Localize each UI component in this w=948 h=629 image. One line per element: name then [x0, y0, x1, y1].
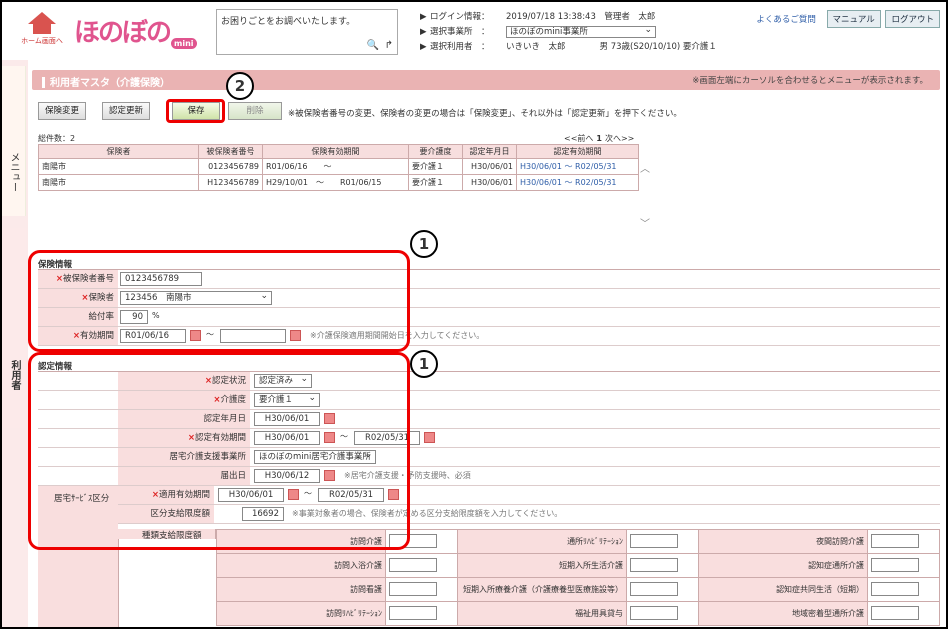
app-logo: ほのぼの mini — [74, 12, 197, 49]
help-search-box[interactable]: お困りごとをお調べいたします。 🔍 ↱ — [216, 9, 398, 55]
renew-cert-button[interactable]: 認定更新 — [102, 102, 151, 120]
change-insurance-button[interactable]: 保険変更 — [38, 102, 87, 120]
limit-input[interactable] — [871, 557, 920, 572]
limit-input[interactable] — [630, 581, 679, 596]
limit-input[interactable] — [389, 605, 438, 620]
current-page: 1 — [596, 134, 602, 143]
home-icon — [28, 12, 56, 24]
manual-button[interactable]: マニュアル — [826, 10, 881, 28]
session-info: ▶ ログイン情報： 2019/07/18 13:38:43 管理者 太郎 ▶ 選択事業… — [420, 10, 717, 55]
menu-tab[interactable]: メニュー — [2, 66, 26, 216]
highlight-save — [166, 99, 225, 123]
limit-input[interactable] — [630, 605, 679, 620]
limit-input[interactable] — [630, 533, 679, 548]
help-search-text: お困りごとをお調べいたします。 — [221, 17, 356, 27]
go-arrow-icon[interactable]: ↱ — [385, 40, 393, 51]
window: ホーム画面へ ほのぼの mini お困りごとをお調べいたします。 🔍 ↱ ▶ ログイ… — [0, 0, 948, 629]
table-row: 訪問看護 短期入所療養介護（介護療養型医療施設等） 認知症共同生活（短期） — [215, 577, 940, 602]
table-header: 保険者 被保険者番号 保険有効期間 要介護度 認定年月日 認定有効期間 — [38, 144, 639, 159]
delete-button[interactable]: 削除 — [228, 102, 282, 120]
prev-link[interactable]: <<前へ — [564, 134, 593, 143]
limit-input[interactable] — [871, 605, 920, 620]
table-row: 訪問ﾘﾊﾋﾞﾘﾃｰｼｮﾝ 福祉用具貸与 地域密着型通所介護 — [215, 601, 940, 626]
table-row: 訪問入浴介護 短期入所生活介護 認知症通所介護 — [215, 553, 940, 578]
limit-input[interactable] — [630, 557, 679, 572]
bullet-arrow-icon: ▶ — [420, 12, 427, 22]
limit-input[interactable] — [389, 581, 438, 596]
home-button[interactable]: ホーム画面へ — [18, 10, 66, 52]
header: ホーム画面へ ほのぼの mini お困りごとをお調べいたします。 🔍 ↱ ▶ ログイ… — [2, 2, 946, 60]
table-row[interactable]: 南陽市 H123456789 H29/10/01 ～ R01/06/15 要介護… — [38, 174, 639, 191]
user-tab[interactable]: 利用者 — [2, 228, 26, 428]
highlight-cert — [28, 352, 410, 550]
callout-badge-1: 1 — [410, 350, 438, 378]
office-select[interactable]: ほのぼのmini事業所 — [506, 25, 656, 38]
next-link[interactable]: 次へ>> — [605, 134, 634, 143]
page-title: 利用者マスタ（介護保険） — [42, 74, 170, 89]
list-scrollbar[interactable]: ︿ ﹀ — [638, 160, 652, 240]
callout-badge-2: 2 — [226, 72, 254, 100]
limit-input[interactable] — [871, 533, 920, 548]
highlight-insurance — [28, 250, 410, 352]
calendar-icon[interactable] — [424, 432, 435, 443]
top-links: よくあるご質問 マニュアル ログアウト — [756, 10, 940, 28]
table-row[interactable]: 南陽市 0123456789 R01/06/16 ～ 要介護１ H30/06/0… — [38, 158, 639, 175]
page-title-bar: 利用者マスタ（介護保険） ※画面左端にカーソルを合わせるとメニューが表示されます… — [32, 70, 940, 90]
menu-hint: ※画面左端にカーソルを合わせるとメニューが表示されます。 — [692, 76, 928, 86]
scroll-up-icon[interactable]: ︿ — [638, 160, 652, 175]
logout-button[interactable]: ログアウト — [885, 10, 940, 28]
callout-badge-1: 1 — [410, 230, 438, 258]
limit-input[interactable] — [871, 581, 920, 596]
limit-input[interactable] — [389, 557, 438, 572]
search-icon[interactable]: 🔍 — [367, 40, 379, 51]
bullet-arrow-icon: ▶ — [420, 42, 427, 52]
total-count: 総件数：2 — [38, 134, 76, 143]
pager: <<前へ 1 次へ>> — [564, 133, 634, 144]
history-table: 保険者 被保険者番号 保険有効期間 要介護度 認定年月日 認定有効期間 南陽市 … — [38, 144, 639, 191]
action-message: ※被保険者番号の変更、保険者の変更の場合は「保険変更」、それ以外は「認定更新」を… — [288, 109, 682, 119]
scroll-down-icon[interactable]: ﹀ — [638, 215, 652, 230]
faq-link[interactable]: よくあるご質問 — [756, 15, 816, 25]
bullet-arrow-icon: ▶ — [420, 27, 427, 37]
home-label: ホーム画面へ — [21, 37, 63, 45]
